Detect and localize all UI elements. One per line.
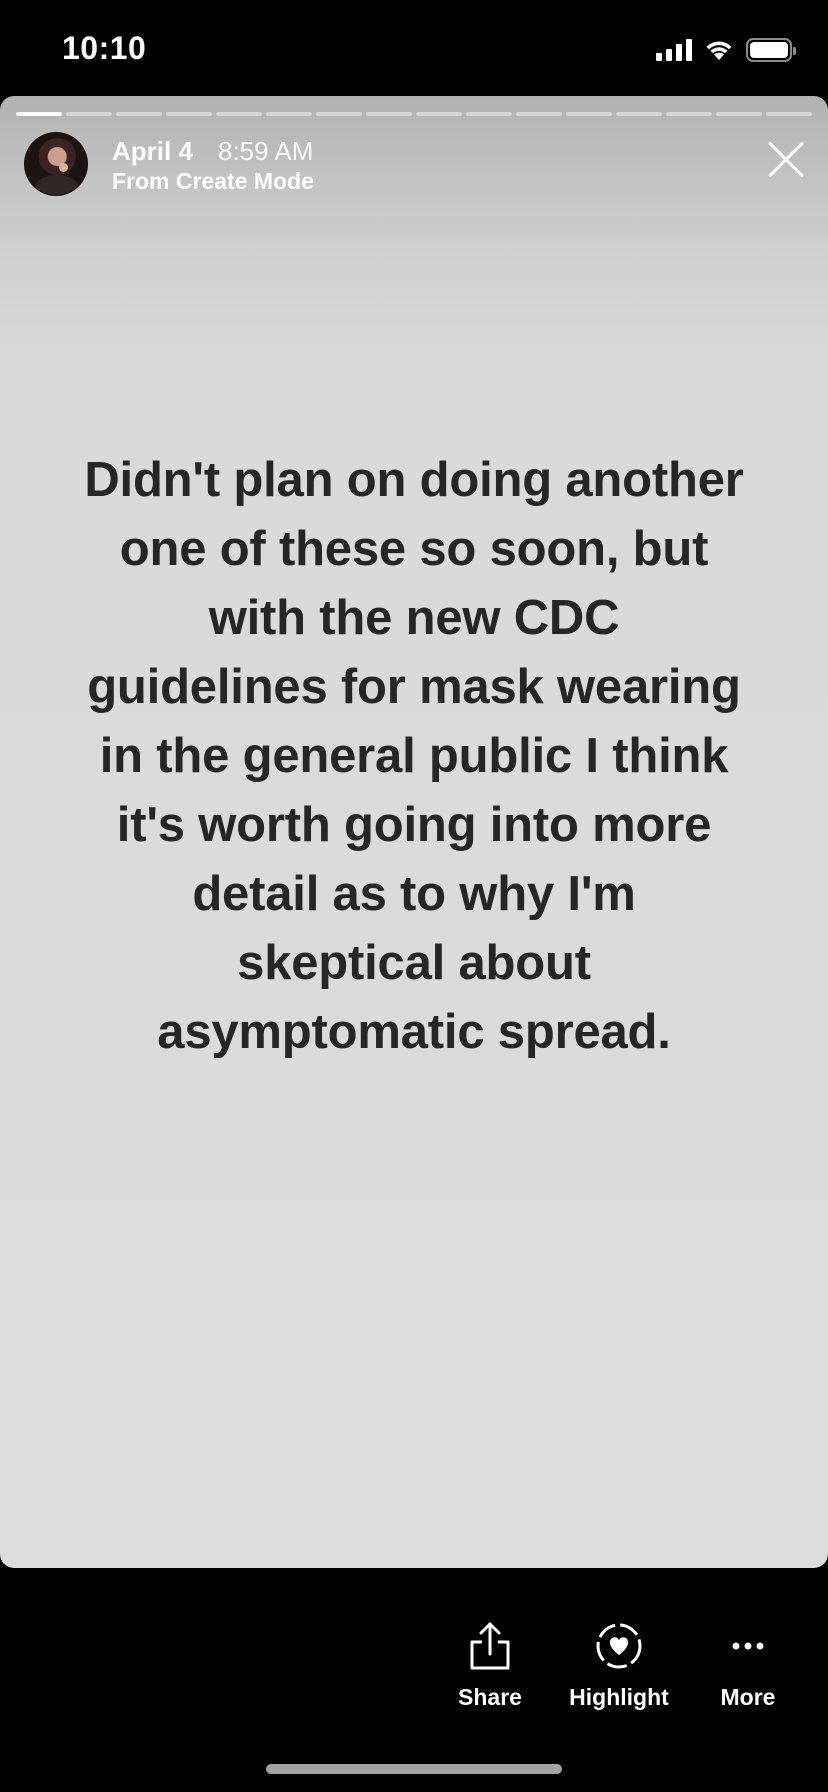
highlight-button[interactable]: Highlight: [559, 1618, 679, 1711]
progress-segment: [416, 112, 462, 116]
progress-segment: [716, 112, 762, 116]
progress-segment: [216, 112, 262, 116]
progress-segment: [316, 112, 362, 116]
highlight-heart-icon: [596, 1623, 642, 1669]
progress-segment: [166, 112, 212, 116]
progress-segment: [666, 112, 712, 116]
story-source: From Create Mode: [112, 168, 314, 194]
progress-segment: [566, 112, 612, 116]
progress-segment: [766, 112, 812, 116]
more-button[interactable]: More: [688, 1618, 808, 1711]
status-time: 10:10: [62, 30, 147, 66]
progress-segment: [116, 112, 162, 116]
avatar[interactable]: [24, 132, 88, 196]
progress-segment: [616, 112, 662, 116]
progress-segment: [366, 112, 412, 116]
progress-segment: [66, 112, 112, 116]
share-button[interactable]: Share: [430, 1618, 550, 1711]
more-dots-icon: [732, 1642, 764, 1650]
close-icon[interactable]: [766, 140, 806, 180]
progress-segment: [266, 112, 312, 116]
home-indicator: [266, 1764, 562, 1774]
story-text: Didn't plan on doing another one of thes…: [84, 453, 744, 1059]
more-label: More: [720, 1684, 776, 1710]
wifi-icon: [706, 41, 732, 60]
story-action-bar: Share Highlight More: [0, 1568, 828, 1792]
cellular-signal-icon: [656, 39, 692, 61]
status-icons: [656, 36, 796, 64]
share-icon: [470, 1622, 510, 1670]
story-date: April 4: [112, 136, 193, 166]
battery-icon: [746, 38, 796, 62]
status-bar: 10:10: [0, 0, 828, 96]
progress-segment: [466, 112, 512, 116]
highlight-label: Highlight: [569, 1684, 669, 1710]
story-progress-bar: [16, 112, 812, 116]
progress-segment: [516, 112, 562, 116]
progress-segment: [16, 112, 62, 116]
story-card[interactable]: April 4 8:59 AM From Create Mode Didn't …: [0, 96, 828, 1568]
share-label: Share: [458, 1684, 522, 1710]
story-time: 8:59 AM: [218, 136, 314, 166]
